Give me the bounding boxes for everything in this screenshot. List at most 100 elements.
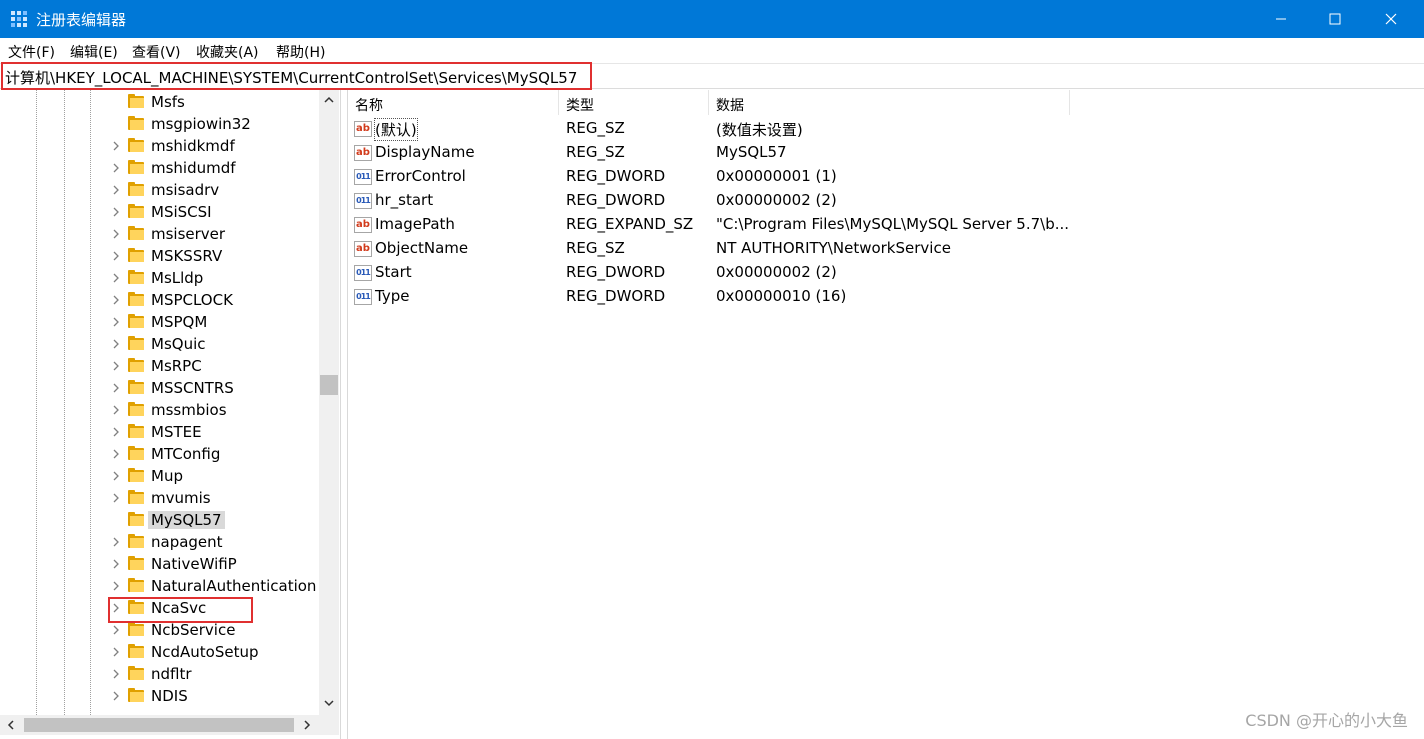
address-highlight-box: [1, 62, 592, 90]
tree-item[interactable]: NDIS: [0, 685, 320, 707]
horizontal-scroll-thumb[interactable]: [24, 718, 294, 732]
chevron-right-icon[interactable]: [110, 250, 122, 262]
chevron-right-icon[interactable]: [110, 646, 122, 658]
chevron-right-icon[interactable]: [110, 184, 122, 196]
tree-item[interactable]: MsRPC: [0, 355, 320, 377]
tree-item[interactable]: MsLldp: [0, 267, 320, 289]
registry-editor-icon: [11, 11, 27, 27]
folder-icon: [128, 182, 144, 196]
value-name: DisplayName: [375, 143, 475, 161]
chevron-right-icon[interactable]: [110, 228, 122, 240]
value-data: 0x00000001 (1): [716, 167, 837, 185]
tree-item[interactable]: MTConfig: [0, 443, 320, 465]
folder-icon: [128, 292, 144, 306]
chevron-right-icon[interactable]: [110, 536, 122, 548]
value-row[interactable]: 011 ErrorControl REG_DWORD 0x00000001 (1): [348, 165, 1424, 189]
tree-item[interactable]: msiserver: [0, 223, 320, 245]
tree-item[interactable]: ndfltr: [0, 663, 320, 685]
tree-item[interactable]: mshidumdf: [0, 157, 320, 179]
tree-item-selected[interactable]: MySQL57: [0, 509, 320, 531]
tree-item-label: MsRPC: [151, 357, 202, 375]
scroll-left-icon[interactable]: [5, 719, 17, 731]
tree-item-label: ndfltr: [151, 665, 192, 683]
menu-edit[interactable]: 编辑(E): [70, 42, 118, 62]
folder-icon: [128, 424, 144, 438]
chevron-right-icon[interactable]: [110, 316, 122, 328]
chevron-right-icon[interactable]: [110, 470, 122, 482]
chevron-right-icon[interactable]: [110, 206, 122, 218]
folder-icon: [128, 666, 144, 680]
chevron-right-icon[interactable]: [110, 294, 122, 306]
value-row[interactable]: 011 hr_start REG_DWORD 0x00000002 (2): [348, 189, 1424, 213]
chevron-right-icon[interactable]: [110, 272, 122, 284]
chevron-right-icon[interactable]: [110, 580, 122, 592]
tree-item[interactable]: Msfs: [0, 91, 320, 113]
chevron-right-icon[interactable]: [110, 668, 122, 680]
tree-vertical-scrollbar[interactable]: [319, 90, 339, 715]
chevron-right-icon[interactable]: [110, 360, 122, 372]
chevron-right-icon[interactable]: [110, 382, 122, 394]
chevron-right-icon[interactable]: [110, 690, 122, 702]
chevron-right-icon[interactable]: [110, 558, 122, 570]
tree-item[interactable]: msisadrv: [0, 179, 320, 201]
tree-item[interactable]: NativeWifiP: [0, 553, 320, 575]
tree-horizontal-scrollbar[interactable]: [0, 715, 319, 735]
folder-icon: [128, 226, 144, 240]
tree-item[interactable]: MSSCNTRS: [0, 377, 320, 399]
minimize-button[interactable]: [1254, 0, 1308, 38]
watermark-text: CSDN @开心的小大鱼: [1245, 711, 1408, 730]
tree-item-label: MSKSSRV: [151, 247, 223, 265]
value-row[interactable]: ab (默认) REG_SZ (数值未设置): [348, 117, 1424, 141]
chevron-right-icon[interactable]: [110, 492, 122, 504]
tree-item[interactable]: MSPCLOCK: [0, 289, 320, 311]
column-header-data[interactable]: 数据: [709, 90, 1070, 115]
vertical-scroll-thumb[interactable]: [320, 375, 338, 395]
folder-icon: [128, 622, 144, 636]
value-row[interactable]: ab ObjectName REG_SZ NT AUTHORITY\NetworkSe…: [348, 237, 1424, 261]
tree-item[interactable]: napagent: [0, 531, 320, 553]
values-list-pane: 名称 类型 数据 ab (默认) REG_SZ (数值未设置) ab DisplayNam…: [347, 90, 1424, 739]
scroll-up-icon[interactable]: [323, 94, 335, 106]
tree-item[interactable]: mvumis: [0, 487, 320, 509]
value-row[interactable]: 011 Start REG_DWORD 0x00000002 (2): [348, 261, 1424, 285]
menu-view[interactable]: 查看(V): [132, 42, 181, 62]
chevron-right-icon[interactable]: [110, 140, 122, 152]
column-header-name[interactable]: 名称: [348, 90, 559, 115]
minimize-icon: [1276, 18, 1286, 20]
tree-item[interactable]: MSPQM: [0, 311, 320, 333]
tree-item[interactable]: mshidkmdf: [0, 135, 320, 157]
tree-item-label: NcbService: [151, 621, 236, 639]
tree-item[interactable]: MsQuic: [0, 333, 320, 355]
value-data: (数值未设置): [716, 121, 803, 139]
chevron-right-icon[interactable]: [110, 162, 122, 174]
value-row[interactable]: ab DisplayName REG_SZ MySQL57: [348, 141, 1424, 165]
chevron-right-icon[interactable]: [110, 448, 122, 460]
folder-icon: [128, 116, 144, 130]
chevron-right-icon[interactable]: [110, 426, 122, 438]
value-row[interactable]: 011 Type REG_DWORD 0x00000010 (16): [348, 285, 1424, 309]
chevron-right-icon[interactable]: [110, 404, 122, 416]
tree-item[interactable]: MSKSSRV: [0, 245, 320, 267]
column-header-type[interactable]: 类型: [559, 90, 709, 115]
tree-item[interactable]: MSiSCSI: [0, 201, 320, 223]
key-tree-pane: Msfs msgpiowin32 mshidkmdf mshidumdf msisadr…: [0, 90, 341, 739]
menu-favorites[interactable]: 收藏夹(A): [196, 42, 259, 62]
chevron-right-icon[interactable]: [110, 624, 122, 636]
maximize-button[interactable]: [1308, 0, 1362, 38]
folder-icon: [128, 688, 144, 702]
tree-item[interactable]: MSTEE: [0, 421, 320, 443]
tree-item-label: mshidkmdf: [151, 137, 235, 155]
menu-help[interactable]: 帮助(H): [276, 42, 325, 62]
tree-item[interactable]: NaturalAuthentication: [0, 575, 320, 597]
tree-item[interactable]: NcdAutoSetup: [0, 641, 320, 663]
selected-key-highlight-box: [108, 597, 253, 623]
close-button[interactable]: [1364, 0, 1418, 38]
tree-item[interactable]: msgpiowin32: [0, 113, 320, 135]
scroll-down-icon[interactable]: [323, 697, 335, 709]
tree-item[interactable]: mssmbios: [0, 399, 320, 421]
scroll-right-icon[interactable]: [301, 719, 313, 731]
menu-file[interactable]: 文件(F): [8, 42, 55, 62]
chevron-right-icon[interactable]: [110, 338, 122, 350]
value-row[interactable]: ab ImagePath REG_EXPAND_SZ "C:\Program File…: [348, 213, 1424, 237]
tree-item[interactable]: Mup: [0, 465, 320, 487]
